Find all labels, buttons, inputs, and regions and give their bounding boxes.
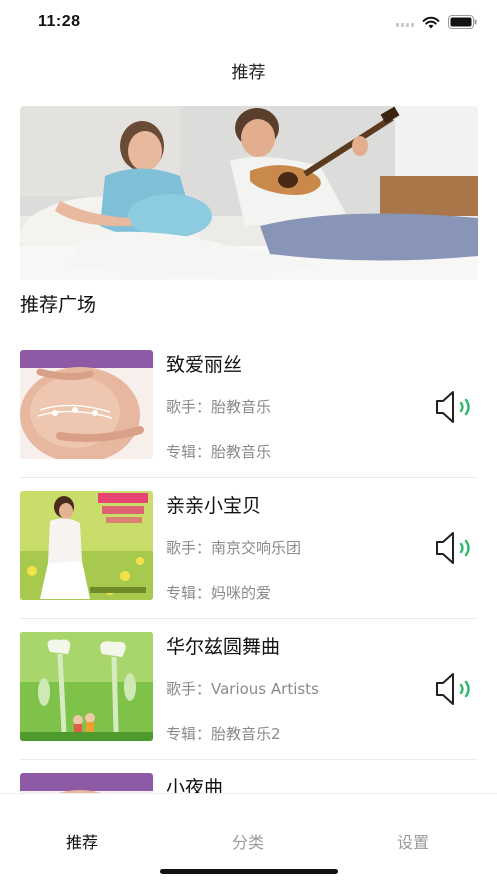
status-bar: 11:28 (0, 0, 497, 46)
song-cover-image (20, 350, 153, 459)
song-artist: 歌手：Various Artists (166, 680, 319, 698)
song-list-item[interactable]: 致爱丽丝 歌手：胎教音乐 专辑：胎教音乐 (20, 337, 478, 478)
status-icons (396, 15, 477, 29)
play-sound-button[interactable] (434, 671, 478, 707)
song-album: 专辑：胎教音乐 (166, 443, 272, 461)
tab-recommend[interactable]: 推荐 (22, 829, 142, 853)
song-title: 小夜曲 (166, 777, 224, 793)
song-title: 华尔兹圆舞曲 (166, 636, 281, 658)
speaker-icon (436, 673, 470, 705)
tab-settings[interactable]: 设置 (353, 829, 473, 853)
page-title: 推荐 (231, 63, 266, 83)
play-sound-button[interactable] (434, 530, 478, 566)
song-cover-image (20, 632, 153, 741)
song-album: 专辑：妈咪的爱 (166, 584, 272, 602)
banner-image[interactable] (20, 106, 478, 280)
status-time: 11:28 (38, 13, 81, 30)
song-title: 致爱丽丝 (166, 354, 243, 376)
song-list-item[interactable]: 华尔兹圆舞曲 歌手：Various Artists 专辑：胎教音乐2 (20, 619, 478, 760)
wifi-icon (422, 16, 440, 28)
play-sound-button[interactable] (434, 389, 478, 425)
tab-category[interactable]: 分类 (188, 829, 308, 853)
song-cover-image (20, 773, 153, 793)
song-list-item[interactable]: 亲亲小宝贝 歌手：南京交响乐团 专辑：妈咪的爱 (20, 478, 478, 619)
song-title: 亲亲小宝贝 (166, 495, 262, 517)
section-title: 推荐广场 (20, 294, 97, 316)
song-list: 致爱丽丝 歌手：胎教音乐 专辑：胎教音乐 亲亲小宝贝 歌手：南京交响乐团 专辑：… (20, 337, 478, 793)
song-list-item[interactable]: 小夜曲 (20, 760, 478, 793)
home-indicator (160, 869, 338, 874)
song-artist: 歌手：胎教音乐 (166, 398, 272, 416)
song-album: 专辑：胎教音乐2 (166, 725, 281, 743)
speaker-icon (436, 532, 470, 564)
song-artist: 歌手：南京交响乐团 (166, 539, 302, 557)
song-cover-image (20, 491, 153, 600)
speaker-icon (436, 391, 470, 423)
cellular-signal-icon (396, 17, 414, 27)
battery-icon (448, 15, 477, 29)
